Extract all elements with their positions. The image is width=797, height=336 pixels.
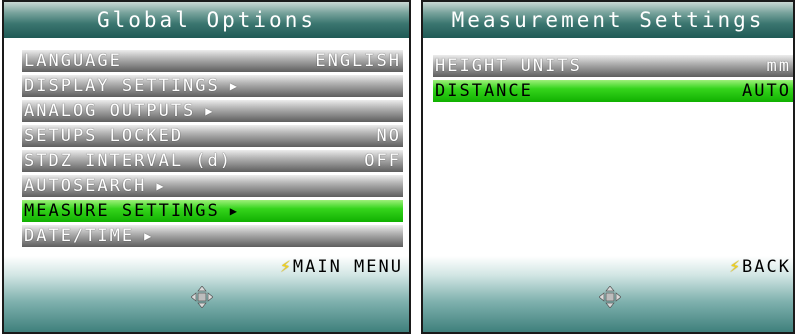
right-triangle-icon: ▶ bbox=[144, 229, 152, 243]
menu-item-stdz-interval[interactable]: STDZ INTERVAL (d) OFF bbox=[22, 150, 403, 172]
lightning-bolt-icon: ⚡ bbox=[280, 256, 291, 277]
menu-item-value: mm bbox=[766, 56, 791, 76]
menu-item-value: OFF bbox=[364, 151, 401, 171]
menu-item-value: ENGLISH bbox=[315, 51, 401, 71]
measurement-settings-menu: HEIGHT UNITS mm DISTANCE AUTO bbox=[433, 55, 793, 105]
menu-item-value: AUTO bbox=[742, 81, 791, 101]
menu-item-label: HEIGHT UNITS bbox=[435, 56, 582, 76]
softkey-label: BACK bbox=[742, 256, 791, 277]
four-way-dpad-icon[interactable] bbox=[191, 286, 213, 308]
menu-item-label-group: ANALOG OUTPUTS ▶ bbox=[24, 101, 213, 121]
menu-item-setups-locked[interactable]: SETUPS LOCKED NO bbox=[22, 125, 403, 147]
softkey-bar: ⚡ MAIN MENU bbox=[4, 256, 409, 332]
measurement-settings-screen: Measurement Settings HEIGHT UNITS mm DIS… bbox=[421, 0, 795, 334]
four-way-dpad-icon[interactable] bbox=[599, 286, 621, 308]
menu-item-label-group: DISPLAY SETTINGS ▶ bbox=[24, 76, 237, 96]
menu-item-height-units[interactable]: HEIGHT UNITS mm bbox=[433, 55, 793, 77]
menu-item-label: ANALOG OUTPUTS bbox=[24, 101, 196, 121]
menu-item-label: DATE/TIME bbox=[24, 226, 135, 246]
right-triangle-icon: ▶ bbox=[229, 79, 237, 93]
softkey-label: MAIN MENU bbox=[292, 256, 403, 277]
menu-item-autosearch[interactable]: AUTOSEARCH ▶ bbox=[22, 175, 403, 197]
right-triangle-icon: ▶ bbox=[229, 204, 237, 218]
menu-item-label-group: MEASURE SETTINGS ▶ bbox=[24, 201, 237, 221]
global-options-menu: LANGUAGE ENGLISH DISPLAY SETTINGS ▶ ANALO… bbox=[22, 50, 403, 250]
menu-item-analog-outputs[interactable]: ANALOG OUTPUTS ▶ bbox=[22, 100, 403, 122]
menu-item-label: AUTOSEARCH bbox=[24, 176, 147, 196]
menu-item-label: STDZ INTERVAL (d) bbox=[24, 151, 232, 171]
menu-item-distance[interactable]: DISTANCE AUTO bbox=[433, 80, 793, 102]
back-softkey[interactable]: ⚡ BACK bbox=[729, 256, 791, 277]
menu-item-display-settings[interactable]: DISPLAY SETTINGS ▶ bbox=[22, 75, 403, 97]
menu-item-label: SETUPS LOCKED bbox=[24, 126, 184, 146]
main-menu-softkey[interactable]: ⚡ MAIN MENU bbox=[280, 256, 403, 277]
menu-item-label: DISTANCE bbox=[435, 81, 533, 101]
menu-item-language[interactable]: LANGUAGE ENGLISH bbox=[22, 50, 403, 72]
menu-item-value: NO bbox=[376, 126, 401, 146]
measurement-settings-title: Measurement Settings bbox=[423, 2, 793, 38]
menu-item-label-group: AUTOSEARCH ▶ bbox=[24, 176, 164, 196]
menu-item-label: MEASURE SETTINGS bbox=[24, 201, 220, 221]
global-options-title: Global Options bbox=[4, 2, 409, 38]
menu-item-measure-settings[interactable]: MEASURE SETTINGS ▶ bbox=[22, 200, 403, 222]
menu-item-label: DISPLAY SETTINGS bbox=[24, 76, 220, 96]
right-triangle-icon: ▶ bbox=[156, 179, 164, 193]
menu-item-label-group: DATE/TIME ▶ bbox=[24, 226, 151, 246]
lightning-bolt-icon: ⚡ bbox=[729, 256, 741, 277]
menu-item-label: LANGUAGE bbox=[24, 51, 122, 71]
global-options-screen: Global Options LANGUAGE ENGLISH DISPLAY … bbox=[2, 0, 411, 334]
right-triangle-icon: ▶ bbox=[205, 104, 213, 118]
softkey-bar: ⚡ BACK bbox=[423, 256, 793, 332]
menu-item-date-time[interactable]: DATE/TIME ▶ bbox=[22, 225, 403, 247]
